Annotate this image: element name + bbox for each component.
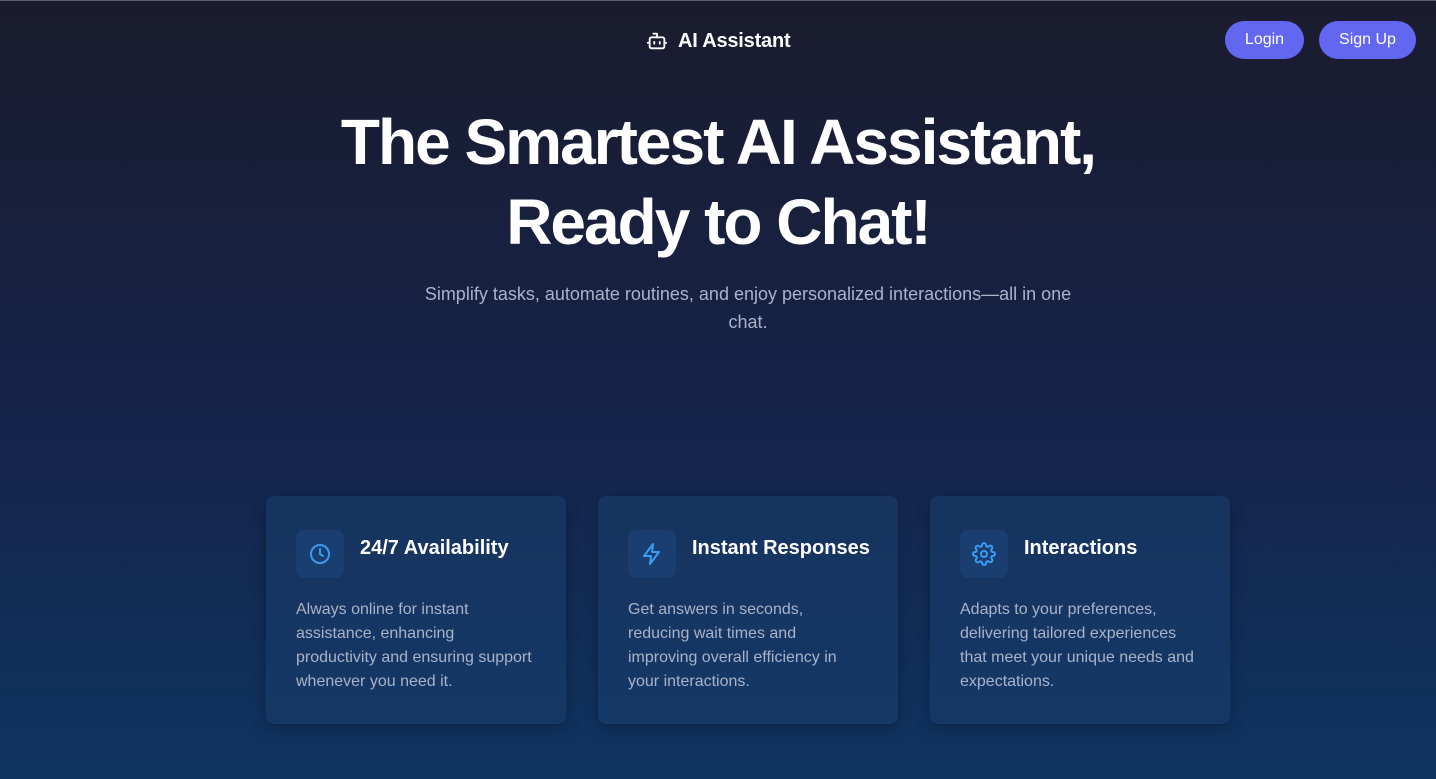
site-header: AI Assistant Login Sign Up [0, 0, 1436, 80]
hero-title-line-1: The Smartest AI Assistant, [340, 106, 1097, 178]
signup-button[interactable]: Sign Up [1319, 21, 1416, 59]
hero-title-line-2: Ready to Chat! [506, 186, 932, 258]
feature-title: Interactions [1024, 537, 1138, 559]
brand-logo[interactable]: AI Assistant [646, 28, 791, 54]
lightning-icon [628, 530, 676, 578]
brand-name: AI Assistant [678, 29, 791, 52]
feature-description: Get answers in seconds, reducing wait ti… [628, 601, 837, 690]
feature-title: 24/7 Availability [360, 537, 509, 559]
gear-icon [960, 530, 1008, 578]
clock-icon [296, 530, 344, 578]
feature-title: Instant Responses [692, 537, 870, 559]
hero-subtitle: Simplify tasks, automate routines, and e… [424, 284, 1072, 332]
login-button[interactable]: Login [1225, 21, 1304, 59]
feature-card-interactions: Interactions Adapts to your preferences,… [930, 496, 1230, 724]
hero-title: The Smartest AI Assistant, Ready to Chat… [0, 102, 1436, 262]
feature-description: Adapts to your preferences, delivering t… [960, 601, 1194, 690]
feature-description: Always online for instant assistance, en… [296, 601, 532, 690]
robot-icon [646, 30, 668, 52]
feature-card-instant-responses: Instant Responses Get answers in seconds… [598, 496, 898, 724]
feature-card-availability: 24/7 Availability Always online for inst… [266, 496, 566, 724]
